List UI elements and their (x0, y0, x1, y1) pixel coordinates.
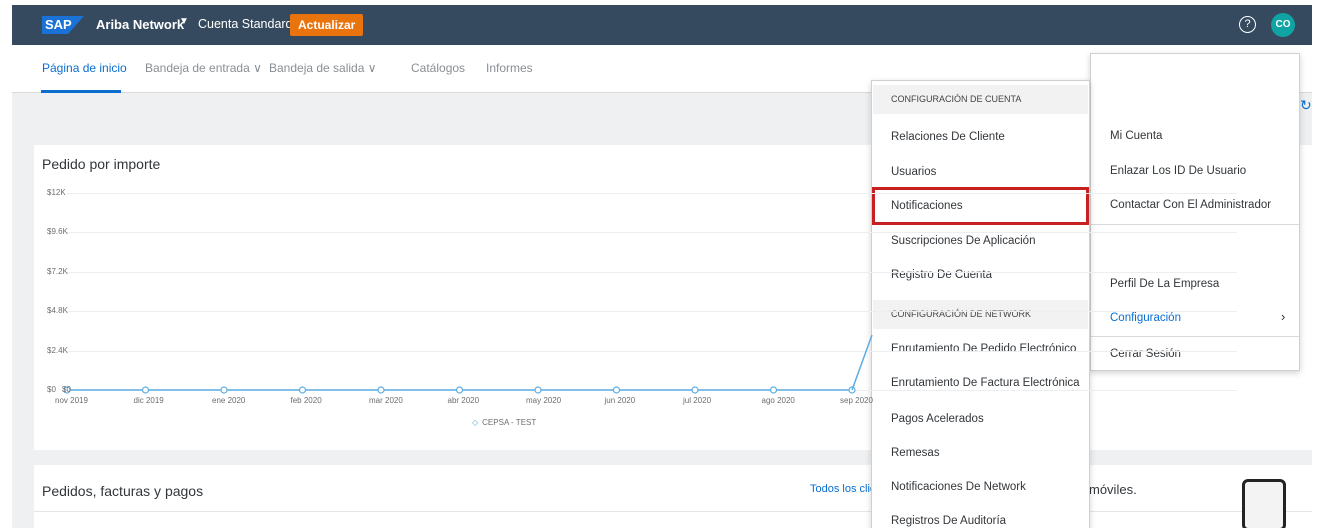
data-point[interactable] (612, 386, 621, 394)
x-tick-label: mar 2020 (369, 396, 403, 405)
mobile-app-text: móviles. (1089, 482, 1137, 497)
menu-item-link-user-ids[interactable]: Enlazar Los ID De Usuario (1110, 165, 1246, 177)
refresh-icon[interactable]: ↻ (1300, 97, 1312, 114)
data-point[interactable] (377, 386, 385, 394)
x-tick-label: jul 2020 (683, 396, 712, 405)
x-tick-label: ene 2020 (212, 396, 246, 405)
data-point[interactable] (455, 386, 464, 394)
x-tick-label: dic 2019 (133, 396, 164, 405)
menu-item-contact-admin[interactable]: Contactar Con El Administrador (1110, 199, 1271, 211)
question-circle-icon[interactable]: ? (1239, 16, 1256, 33)
menu-separator (1091, 224, 1299, 225)
orders-card-title: Pedidos, facturas y pagos (42, 483, 204, 499)
x-tick-label: jun 2020 (604, 396, 636, 405)
app-frame: SAP Ariba Network ▼ Cuenta Standard Actu… (12, 5, 1312, 528)
x-tick-label: ago 2020 (761, 396, 795, 405)
divider (34, 511, 1312, 512)
data-point[interactable] (220, 386, 228, 394)
menu-item-settings[interactable]: Configuración (1110, 312, 1181, 324)
data-point[interactable] (141, 386, 150, 394)
data-point[interactable] (769, 386, 778, 394)
all-clients-link[interactable]: Todos los clie (810, 483, 876, 495)
x-tick-label: abr 2020 (447, 396, 480, 405)
menu-item-order-routing[interactable]: Enrutamiento De Pedido Electrónico (891, 343, 1076, 355)
y-zero-label: $0 (62, 385, 71, 394)
menu-item-my-account[interactable]: Mi Cuenta (1110, 130, 1162, 142)
menu-item-invoice-routing[interactable]: Enrutamiento De Factura Electrónica (891, 377, 1080, 389)
menu-item-company-profile[interactable]: Perfil De La Empresa (1110, 278, 1219, 290)
data-point[interactable] (691, 386, 699, 394)
menu-item-app-subscriptions[interactable]: Suscripciones De Aplicación (891, 235, 1035, 247)
mobile-phone-image (1242, 479, 1286, 528)
x-tick-label: feb 2020 (290, 396, 322, 405)
data-point[interactable] (298, 386, 307, 394)
chart-series-svg (63, 334, 873, 394)
menu-item-network-notifications[interactable]: Notificaciones De Network (891, 481, 1026, 493)
avatar[interactable]: CO (1271, 13, 1295, 37)
chevron-right-icon: › (1281, 309, 1286, 324)
menu-item-remittances[interactable]: Remesas (891, 447, 940, 459)
user-menu: Mi Cuenta Enlazar Los ID De Usuario Cont… (1090, 53, 1300, 371)
x-tick-label: sep 2020 (840, 396, 873, 405)
menu-separator (1091, 336, 1299, 337)
menu-item-audit-logs[interactable]: Registros De Auditoría (891, 515, 1006, 527)
x-tick-label: may 2020 (526, 396, 562, 405)
x-tick-label: nov 2019 (55, 396, 88, 405)
series-line-continuation (851, 334, 873, 391)
data-point[interactable] (534, 386, 542, 394)
